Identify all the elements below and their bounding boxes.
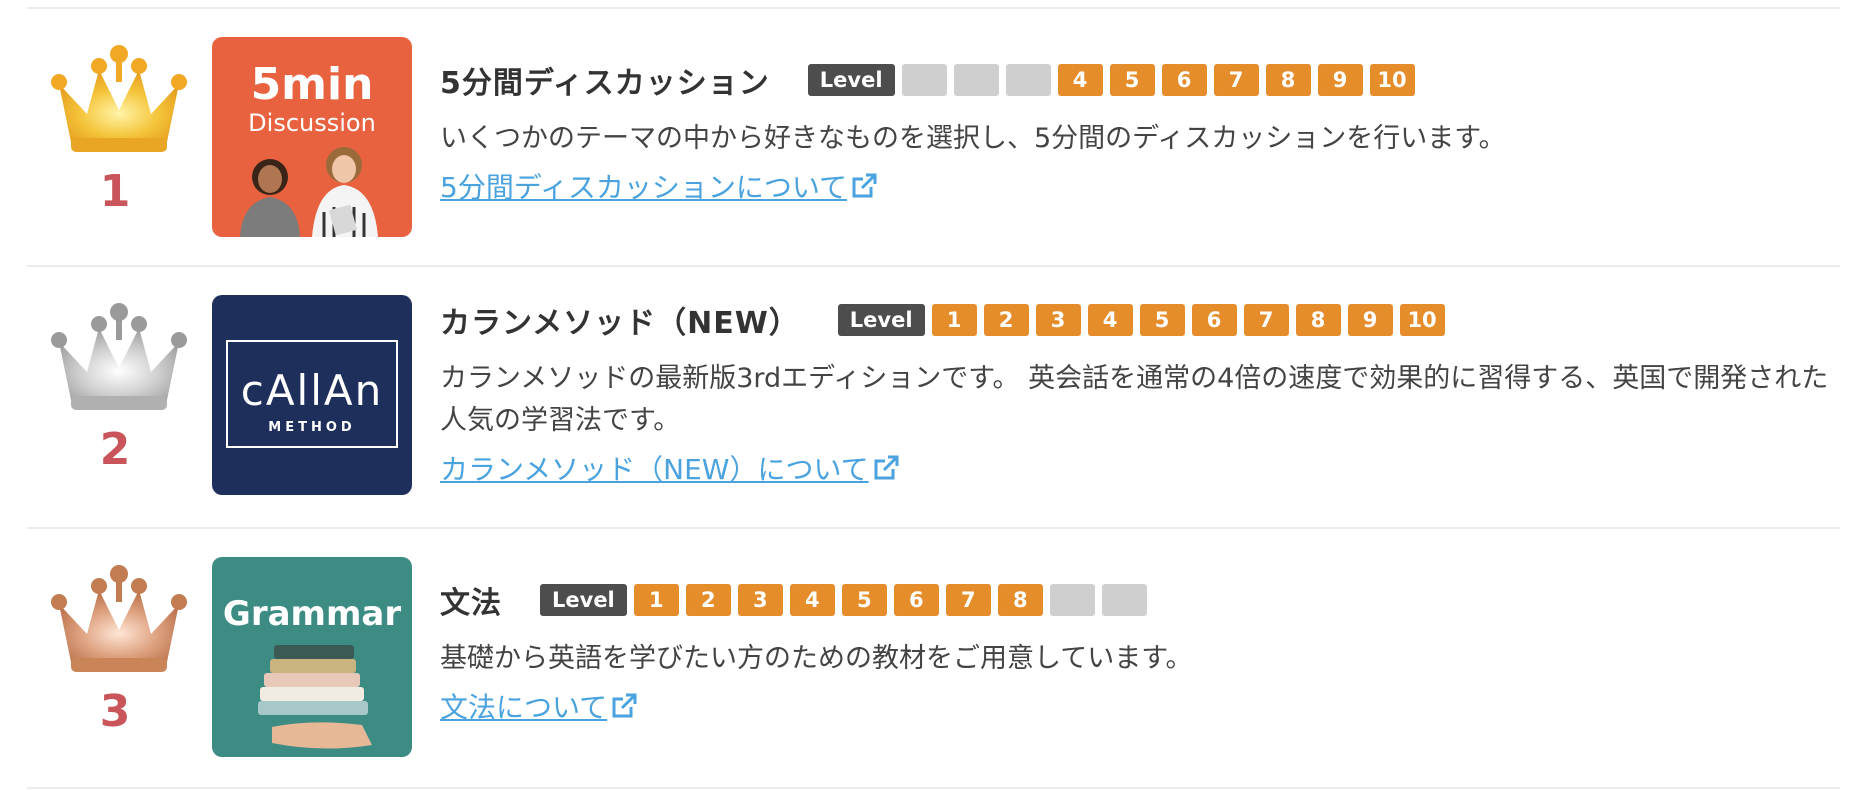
external-link-icon xyxy=(852,173,877,198)
level-cell: 1 xyxy=(633,584,679,616)
divider xyxy=(27,527,1840,529)
level-cell: 5 xyxy=(1109,64,1155,96)
level-cell xyxy=(1049,584,1095,616)
level-indicator: Level 1 2 3 4 5 6 7 8 xyxy=(540,584,1154,616)
grammar-image: Grammar xyxy=(223,594,401,749)
level-cell xyxy=(901,64,947,96)
rank-number: 3 xyxy=(99,686,131,737)
level-cell xyxy=(953,64,999,96)
course-description: 基礎から英語を学びたい方のための教材をご用意しています。 xyxy=(440,643,1193,674)
course-details: 5分間ディスカッション Level 4 5 6 7 8 9 10 いくつかのテー… xyxy=(440,60,1830,206)
level-cell: 2 xyxy=(685,584,731,616)
course-title: カランメソッド（NEW） xyxy=(440,306,800,341)
divider xyxy=(27,7,1840,9)
level-cell: 2 xyxy=(983,304,1029,336)
level-cell: 10 xyxy=(1399,304,1445,336)
course-description: いくつかのテーマの中から好きなものを選択し、5分間のディスカッションを行います。 xyxy=(440,123,1506,154)
level-cell: 8 xyxy=(1265,64,1311,96)
level-indicator: Level 1 2 3 4 5 6 7 8 9 10 xyxy=(837,304,1452,336)
thumb-title-line2: METHOD xyxy=(268,420,355,435)
level-cell: 3 xyxy=(1035,304,1081,336)
course-thumbnail-grammar[interactable]: Grammar xyxy=(212,557,412,757)
level-cell: 6 xyxy=(1161,64,1207,96)
rank-badge: 2 xyxy=(45,296,187,516)
level-cell: 7 xyxy=(945,584,991,616)
level-cell: 3 xyxy=(737,584,783,616)
thumb-title-line1: cAllAn xyxy=(241,366,384,415)
thumb-title-line1: Grammar xyxy=(223,594,401,634)
level-cell: 7 xyxy=(1213,64,1259,96)
callan-logo-image: cAllAn METHOD xyxy=(226,340,398,448)
course-details: 文法 Level 1 2 3 4 5 6 7 8 基礎から英語を学びたい方のため… xyxy=(440,580,1830,726)
level-cell: 5 xyxy=(841,584,887,616)
rank-badge: 3 xyxy=(45,558,187,778)
course-info-link[interactable]: 文法について xyxy=(440,686,639,726)
level-label: Level xyxy=(540,584,627,616)
ranking-item-1: 1 5min Discussion 5分間ディスカッション Level 4 5 … xyxy=(27,10,1840,270)
course-info-link[interactable]: カランメソッド（NEW）について xyxy=(440,448,901,488)
level-cell: 5 xyxy=(1139,304,1185,336)
course-info-link-text: 5分間ディスカッションについて xyxy=(440,171,848,204)
thumb-title-line1: 5min xyxy=(251,59,374,110)
course-thumbnail-5min-discussion[interactable]: 5min Discussion xyxy=(212,37,412,237)
divider xyxy=(27,787,1840,789)
level-cell: 8 xyxy=(1295,304,1341,336)
course-info-link-text: 文法について xyxy=(440,691,608,724)
level-cell: 9 xyxy=(1317,64,1363,96)
rank-badge: 1 xyxy=(45,38,187,258)
gold-crown-icon xyxy=(51,45,187,152)
ranking-item-2: 2 cAllAn METHOD カランメソッド（NEW） Level 1 2 3… xyxy=(27,268,1840,528)
divider xyxy=(27,265,1840,267)
level-cell: 9 xyxy=(1347,304,1393,336)
level-cell: 4 xyxy=(789,584,835,616)
level-cell: 1 xyxy=(931,304,977,336)
course-details: カランメソッド（NEW） Level 1 2 3 4 5 6 7 8 9 10 … xyxy=(440,300,1830,488)
level-cell: 10 xyxy=(1369,64,1415,96)
silver-crown-icon xyxy=(51,303,187,410)
level-cell: 8 xyxy=(997,584,1043,616)
course-info-link-text: カランメソッド（NEW）について xyxy=(440,453,869,486)
level-cell: 4 xyxy=(1087,304,1133,336)
level-cell: 6 xyxy=(893,584,939,616)
external-link-icon xyxy=(874,455,899,480)
thumb-title-line2: Discussion xyxy=(248,109,376,137)
level-cell: 4 xyxy=(1057,64,1103,96)
external-link-icon xyxy=(612,693,637,718)
level-label: Level xyxy=(807,64,895,96)
level-cell xyxy=(1101,584,1147,616)
level-indicator: Level 4 5 6 7 8 9 10 xyxy=(807,64,1422,96)
course-info-link[interactable]: 5分間ディスカッションについて xyxy=(440,166,879,206)
rank-number: 2 xyxy=(99,424,131,475)
bronze-crown-icon xyxy=(51,565,187,672)
level-cell: 6 xyxy=(1191,304,1237,336)
discussion-image: 5min Discussion xyxy=(240,59,378,237)
level-cell: 7 xyxy=(1243,304,1289,336)
course-description: カランメソッドの最新版3rdエディションです。 英会話を通常の4倍の速度で効果的… xyxy=(440,363,1829,436)
level-cell xyxy=(1005,64,1051,96)
course-title: 5分間ディスカッション xyxy=(440,66,770,101)
level-label: Level xyxy=(837,304,925,336)
rank-number: 1 xyxy=(99,166,131,217)
course-title: 文法 xyxy=(440,586,502,621)
ranking-item-3: 3 Grammar 文法 Level 1 2 3 4 5 6 7 8 基礎から英… xyxy=(27,530,1840,790)
course-thumbnail-callan-method[interactable]: cAllAn METHOD xyxy=(212,295,412,495)
